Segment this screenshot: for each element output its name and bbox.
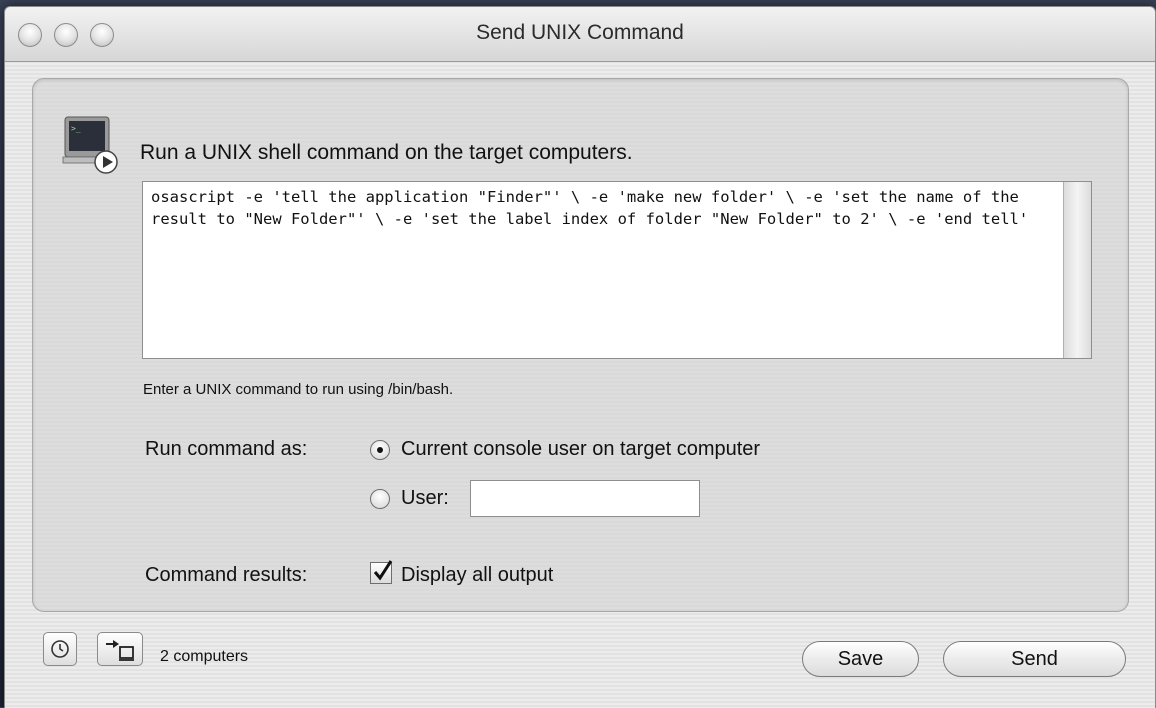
title-bar: Send UNIX Command [5,7,1155,62]
svg-text:>_: >_ [71,124,81,133]
computer-count: 2 computers [160,648,249,665]
save-button[interactable]: Save [802,641,919,677]
radio-console-user-label[interactable]: Current console user on target computer [401,438,760,461]
window-title: Send UNIX Command [476,21,684,44]
command-results-label: Command results: [145,564,308,586]
command-scrollbar[interactable] [1063,182,1091,358]
terminal-icon: >_ [62,116,118,174]
radio-user[interactable] [370,489,390,509]
command-textarea[interactable]: osascript -e 'tell the application "Find… [142,181,1092,359]
target-computers-icon [106,640,134,661]
radio-console-user[interactable] [370,440,390,460]
command-text[interactable]: osascript -e 'tell the application "Find… [151,186,1056,230]
clock-icon [51,640,69,658]
target-computers-button[interactable] [97,632,143,666]
run-as-label: Run command as: [145,438,308,460]
command-hint: Enter a UNIX command to run using /bin/b… [143,381,454,398]
send-button[interactable]: Send [943,641,1126,677]
schedule-task-button[interactable] [43,632,77,666]
radio-user-label[interactable]: User: [401,487,449,510]
user-input[interactable] [470,480,700,517]
display-all-output-checkbox[interactable] [370,560,393,584]
radio-selected-dot [377,447,383,453]
heading: Run a UNIX shell command on the target c… [140,141,633,164]
display-all-output-label[interactable]: Display all output [401,564,553,587]
checkmark-icon [373,560,393,581]
